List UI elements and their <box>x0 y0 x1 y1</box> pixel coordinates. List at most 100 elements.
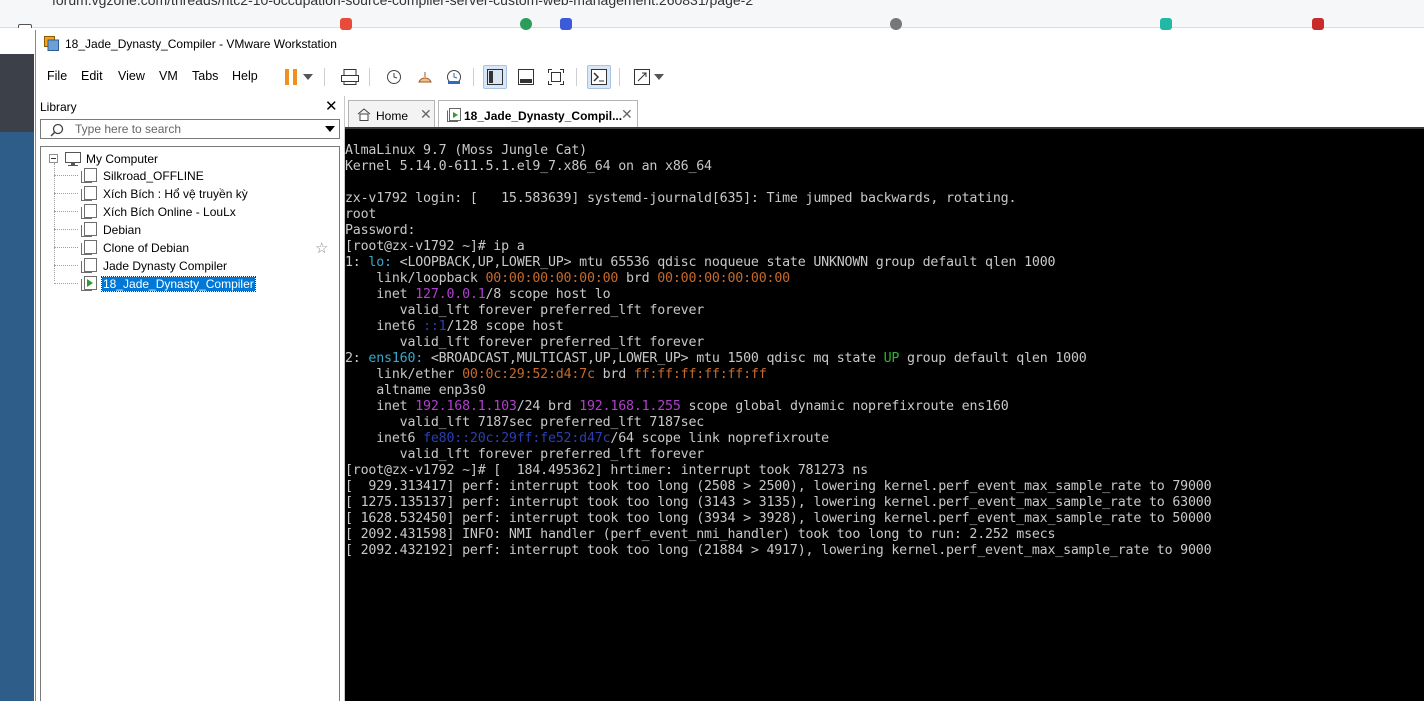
library-vm-label: Debian <box>103 223 142 237</box>
take-snapshot-button[interactable] <box>382 65 406 89</box>
search-icon <box>50 123 64 137</box>
library-vm-label: Silkroad_OFFLINE <box>103 169 204 183</box>
tree-line <box>54 211 78 212</box>
pause-dropdown-button[interactable] <box>301 65 315 89</box>
menu-view[interactable]: View <box>118 69 145 83</box>
console-text: ::1 <box>423 319 447 334</box>
console-text: link/loopback <box>345 271 486 286</box>
console-text: link/ether <box>345 367 463 382</box>
stretch-guest-button[interactable] <box>630 65 654 89</box>
tree-line <box>54 247 78 248</box>
console-text: [ 2092.431598] INFO: NMI handler (perf_e… <box>345 527 1056 542</box>
console-text: root <box>345 207 377 222</box>
thumbnail-bar-button[interactable] <box>514 65 538 89</box>
desktop-panel <box>0 54 34 132</box>
tree-line <box>54 193 78 194</box>
vm-running-icon <box>447 108 461 122</box>
console-text: valid_lft forever preferred_lft forever <box>345 303 705 318</box>
vm-icon <box>81 204 97 219</box>
library-vm-item[interactable]: Xích Bích : Hổ vệ truyền kỳ <box>41 185 336 202</box>
console-view-button[interactable] <box>587 65 611 89</box>
tab-home[interactable]: Home ✕ <box>348 100 435 128</box>
tree-line <box>54 175 78 176</box>
vm-console[interactable]: AlmaLinux 9.7 (Moss Jungle Cat) Kernel 5… <box>345 127 1424 701</box>
computer-icon <box>65 152 81 166</box>
console-text: AlmaLinux 9.7 (Moss Jungle Cat) <box>345 143 587 158</box>
menu-file[interactable]: File <box>47 69 67 83</box>
console-text: <LOOPBACK,UP,LOWER_UP> mtu 65536 qdisc n… <box>391 255 1056 270</box>
console-text: scope global dynamic noprefixroute ens16… <box>680 399 1009 414</box>
library-vm-item[interactable]: Xích Bích Online - LouLx <box>41 203 336 220</box>
tree-line <box>54 283 78 284</box>
stretch-dropdown-button[interactable] <box>652 65 666 89</box>
tree-root-label: My Computer <box>86 152 159 166</box>
library-search[interactable] <box>40 119 340 139</box>
vmware-logo-icon <box>44 36 59 51</box>
toolbar-separator <box>369 68 370 86</box>
console-text: inet6 <box>345 319 424 334</box>
send-ctrl-alt-del-button[interactable] <box>338 65 362 89</box>
console-text: altname enp3s0 <box>345 383 486 398</box>
console-text: zx-v1792 login: [ 15.583639] systemd-jou… <box>345 191 1017 206</box>
console-text: ff:ff:ff:ff:ff:ff <box>633 367 767 382</box>
full-screen-icon <box>548 69 564 85</box>
menu-edit[interactable]: Edit <box>81 69 103 83</box>
console-text: Password: <box>345 223 416 238</box>
tab-vm-label: 18_Jade_Dynasty_Compil... <box>464 109 623 123</box>
library-vm-item[interactable]: Jade Dynasty Compiler <box>41 257 336 274</box>
console-text: 2: <box>345 351 369 366</box>
browser-url-text: forum.vgzone.com/threads/ntc2-10-occupat… <box>52 0 754 8</box>
tree-line <box>54 229 78 230</box>
snapshot-icon <box>387 70 401 84</box>
play-icon <box>87 279 93 287</box>
revert-snapshot-button[interactable] <box>413 65 437 89</box>
library-vm-label: Jade Dynasty Compiler <box>103 259 228 273</box>
console-text: 1: <box>345 255 369 270</box>
bookmark-favicon-icon <box>520 18 532 30</box>
console-text: [ 2092.432192] perf: interrupt took too … <box>345 543 1212 558</box>
menu-vm[interactable]: VM <box>159 69 178 83</box>
close-icon[interactable]: ✕ <box>621 106 633 123</box>
library-vm-label: Clone of Debian <box>103 241 190 255</box>
send-ctrl-alt-del-icon <box>341 69 359 85</box>
toolbar-separator <box>619 68 620 86</box>
pause-icon <box>285 69 297 85</box>
console-text: /128 scope host <box>446 319 564 334</box>
library-vm-label: 18_Jade_Dynasty_Compiler <box>101 276 256 292</box>
search-input[interactable] <box>75 121 315 137</box>
menu-tabs[interactable]: Tabs <box>192 69 218 83</box>
menu-bar: File Edit View VM Tabs Help <box>36 62 1424 92</box>
console-text: valid_lft 7187sec preferred_lft 7187sec <box>345 415 705 430</box>
collapse-icon[interactable] <box>49 154 58 163</box>
console-text: 00:0c:29:52:d4:7c <box>462 367 595 382</box>
pause-button[interactable] <box>279 65 303 89</box>
chevron-down-icon <box>654 74 664 80</box>
tab-vm[interactable]: 18_Jade_Dynasty_Compil... ✕ <box>438 100 638 129</box>
favorite-star-icon[interactable]: ☆ <box>315 239 328 257</box>
console-text: [ 1275.135137] perf: interrupt took too … <box>345 495 1212 510</box>
full-screen-button[interactable] <box>544 65 568 89</box>
title-bar: 18_Jade_Dynasty_Compiler - VMware Workst… <box>36 30 1424 58</box>
console-text: brd <box>618 271 658 286</box>
vm-icon <box>81 186 97 201</box>
library-vm-item[interactable]: Clone of Debian <box>41 239 336 256</box>
snapshot-manager-button[interactable] <box>442 65 466 89</box>
library-vm-label: Xích Bích : Hổ vệ truyền kỳ <box>103 187 248 201</box>
library-vm-item[interactable]: Debian <box>41 221 336 238</box>
vmware-window: 18_Jade_Dynasty_Compiler - VMware Workst… <box>35 30 1424 701</box>
chevron-down-icon[interactable] <box>325 126 335 132</box>
show-library-button[interactable] <box>483 65 507 89</box>
console-text: UP <box>883 351 900 366</box>
snapshot-manager-icon <box>447 70 461 84</box>
window-title: 18_Jade_Dynasty_Compiler - VMware Workst… <box>65 37 337 51</box>
close-icon[interactable]: ✕ <box>420 106 432 123</box>
console-text: <BROADCAST,MULTICAST,UP,LOWER_UP> mtu 15… <box>423 351 884 366</box>
menu-help[interactable]: Help <box>232 69 258 83</box>
close-icon[interactable]: ✕ <box>325 97 338 115</box>
library-vm-item[interactable]: Silkroad_OFFLINE <box>41 167 336 184</box>
vm-running-icon <box>81 276 97 291</box>
console-text: inet <box>345 287 416 302</box>
console-text: inet <box>345 399 416 414</box>
console-text: [ 1628.532450] perf: interrupt took too … <box>345 511 1212 526</box>
library-vm-item[interactable]: 18_Jade_Dynasty_Compiler <box>41 275 336 292</box>
